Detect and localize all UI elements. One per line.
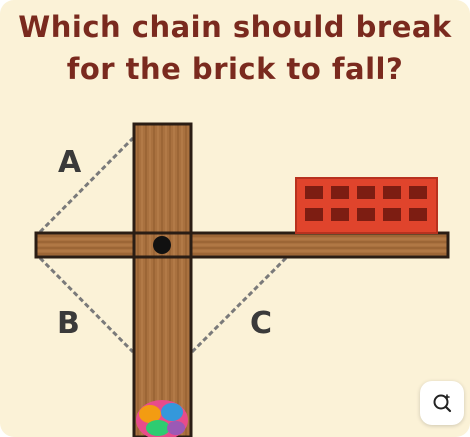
lens-search-button[interactable] [420, 381, 464, 425]
chain-b[interactable] [38, 256, 135, 354]
puzzle-card: Which chain should break for the brick t… [0, 0, 470, 437]
horizontal-beam [34, 231, 450, 259]
label-c: C [250, 306, 272, 341]
puzzle-illustration: A B C [34, 122, 450, 437]
pivot-bolt [153, 236, 171, 254]
label-a: A [58, 145, 82, 180]
label-b: B [57, 306, 80, 341]
vertical-post [132, 122, 193, 437]
lens-search-icon [433, 394, 452, 413]
brick [295, 177, 438, 234]
chain-a[interactable] [38, 136, 135, 234]
